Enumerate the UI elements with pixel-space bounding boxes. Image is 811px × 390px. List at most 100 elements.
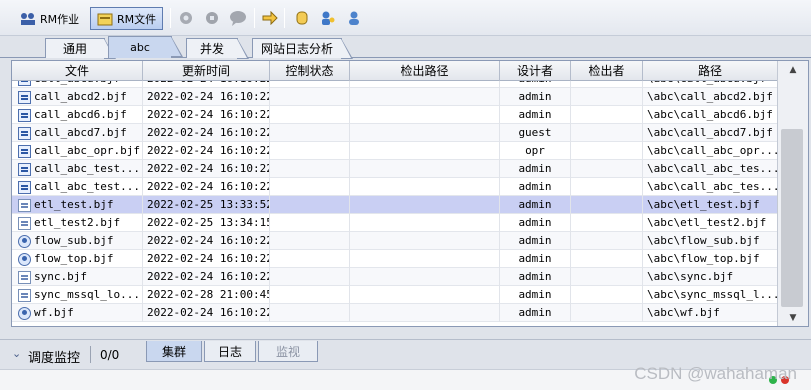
cell-path: \abc\wf.bjf [643, 304, 778, 322]
bjf-file-icon [18, 270, 31, 284]
bjf-file-icon [18, 108, 31, 122]
cell-checked-out-by [571, 124, 643, 142]
column-header-file[interactable]: 文件 [12, 61, 143, 81]
tab-label: 日志 [217, 344, 242, 359]
cell-checkout-path [350, 160, 500, 178]
column-header-update-time[interactable]: 更新时间 [143, 61, 270, 81]
scroll-up-button[interactable]: ▲ [778, 61, 808, 78]
gear-stop-icon[interactable] [203, 9, 221, 27]
bjf-file-icon [18, 90, 31, 104]
user-key-icon[interactable] [319, 9, 337, 27]
user-icon[interactable] [345, 9, 363, 27]
cell-update-time: 2022-02-24 16:10:22 [143, 106, 270, 124]
table-row[interactable]: wf.bjf 2022-02-24 16:10:22 admin \abc\wf.bj… [12, 304, 778, 322]
tab-abc[interactable]: abc [108, 36, 183, 58]
bjf-file-icon [18, 252, 31, 266]
rm-file-button[interactable]: RM文件 [90, 7, 164, 30]
cell-file: sync_mssql_lo... [12, 286, 143, 304]
file-name: etl_test.bjf [34, 198, 114, 211]
file-name: sync.bjf [34, 270, 87, 283]
tab-label: 监视 [275, 344, 300, 359]
cell-path: \abc\etl_test2.bjf [643, 214, 778, 232]
table-row[interactable]: call_abcd6.bjf 2022-02-24 16:10:22 admin \a… [12, 106, 778, 124]
tab-monitor[interactable]: 监视 [258, 341, 318, 362]
cell-checkout-path [350, 232, 500, 250]
rm-job-button[interactable]: RM作业 [14, 7, 85, 30]
cell-designer: opr [500, 142, 571, 160]
column-header-path[interactable]: 路径 [643, 61, 778, 81]
column-header-control-status[interactable]: 控制状态 [270, 61, 350, 81]
scroll-down-button[interactable]: ▼ [778, 309, 808, 326]
cell-checkout-path [350, 106, 500, 124]
tab-label: 通用 [62, 42, 87, 56]
cell-file: etl_test.bjf [12, 196, 143, 214]
file-name: flow_sub.bjf [34, 234, 114, 247]
job-view-icon [21, 12, 35, 25]
table-row[interactable]: call_abcd2.bjf 2022-02-24 16:10:22 admin \a… [12, 88, 778, 106]
file-name: call_abcd6.bjf [34, 108, 127, 121]
table-header: 文件 更新时间 控制状态 检出路径 设计者 检出者 路径 [12, 61, 778, 81]
cell-checkout-path [350, 178, 500, 196]
cell-designer: admin [500, 286, 571, 304]
table-row[interactable]: etl_test2.bjf 2022-02-25 13:34:15 admin \ab… [12, 214, 778, 232]
tab-web-log-analysis[interactable]: 网站日志分析 [252, 38, 353, 59]
chat-icon[interactable] [229, 9, 247, 27]
tab-general[interactable]: 通用 [45, 38, 116, 59]
scroll-thumb[interactable] [781, 129, 803, 307]
table-row[interactable]: call_abcd.bjf 2022-02-24 16:10:22 admin \ab… [12, 81, 778, 88]
cell-update-time: 2022-02-24 16:10:22 [143, 160, 270, 178]
cell-control-status [270, 178, 350, 196]
cell-checked-out-by [571, 268, 643, 286]
table-row[interactable]: call_abc_test... 2022-02-24 16:10:22 admin… [12, 160, 778, 178]
cell-control-status [270, 304, 350, 322]
table-row[interactable]: flow_top.bjf 2022-02-24 16:10:22 admin \abc… [12, 250, 778, 268]
cell-update-time: 2022-02-24 16:10:22 [143, 304, 270, 322]
column-header-checkout-path[interactable]: 检出路径 [350, 61, 500, 81]
column-header-checked-out-by[interactable]: 检出者 [571, 61, 643, 81]
table-row[interactable]: call_abcd7.bjf 2022-02-24 16:10:22 guest \a… [12, 124, 778, 142]
cell-update-time: 2022-02-24 16:10:22 [143, 81, 270, 88]
file-name: flow_top.bjf [34, 252, 114, 265]
table-row[interactable]: etl_test.bjf 2022-02-25 13:33:52 admin \abc… [12, 196, 778, 214]
tab-label: 网站日志分析 [260, 42, 333, 56]
bjf-file-icon [18, 306, 31, 320]
tab-concurrent[interactable]: 并发 [186, 38, 249, 59]
cell-checked-out-by [571, 106, 643, 124]
cell-checkout-path [350, 304, 500, 322]
cell-path: \abc\call_abc_opr... [643, 142, 778, 160]
tab-cluster[interactable]: 集群 [146, 341, 202, 362]
file-name: sync_mssql_lo... [34, 288, 140, 301]
chevron-down-icon[interactable]: ⌄ [12, 347, 21, 360]
cell-path: \abc\flow_top.bjf [643, 250, 778, 268]
cell-control-status [270, 124, 350, 142]
tab-log[interactable]: 日志 [204, 341, 256, 362]
cell-checkout-path [350, 286, 500, 304]
gear-run-icon[interactable] [177, 9, 195, 27]
watermark: CSDN @wahahaman [634, 364, 797, 383]
cell-checkout-path [350, 214, 500, 232]
table-row[interactable]: sync_mssql_lo... 2022-02-28 21:00:45 admin… [12, 286, 778, 304]
arrow-right-icon[interactable] [261, 9, 279, 27]
table-row[interactable]: sync.bjf 2022-02-24 16:10:22 admin \abc\syn… [12, 268, 778, 286]
cell-update-time: 2022-02-25 13:33:52 [143, 196, 270, 214]
table-row[interactable]: flow_sub.bjf 2022-02-24 16:10:22 admin \abc… [12, 232, 778, 250]
vertical-scrollbar[interactable]: ▲ ▼ [777, 61, 808, 326]
cell-designer: admin [500, 214, 571, 232]
cell-update-time: 2022-02-24 16:10:22 [143, 232, 270, 250]
cell-control-status [270, 214, 350, 232]
cell-checkout-path [350, 250, 500, 268]
file-name: call_abc_opr.bjf [34, 144, 140, 157]
table-row[interactable]: call_abc_test... 2022-02-24 16:10:22 admin… [12, 178, 778, 196]
cell-path: \abc\call_abcd2.bjf [643, 88, 778, 106]
table-row[interactable]: call_abc_opr.bjf 2022-02-24 16:10:22 opr \a… [12, 142, 778, 160]
cell-file: flow_top.bjf [12, 250, 143, 268]
file-name: call_abcd2.bjf [34, 90, 127, 103]
database-icon[interactable] [293, 9, 311, 27]
cell-update-time: 2022-02-24 16:10:22 [143, 268, 270, 286]
bjf-file-icon [18, 234, 31, 248]
bjf-file-icon [18, 216, 31, 230]
column-header-designer[interactable]: 设计者 [500, 61, 571, 81]
cell-file: wf.bjf [12, 304, 143, 322]
cell-designer: admin [500, 88, 571, 106]
cell-file: flow_sub.bjf [12, 232, 143, 250]
